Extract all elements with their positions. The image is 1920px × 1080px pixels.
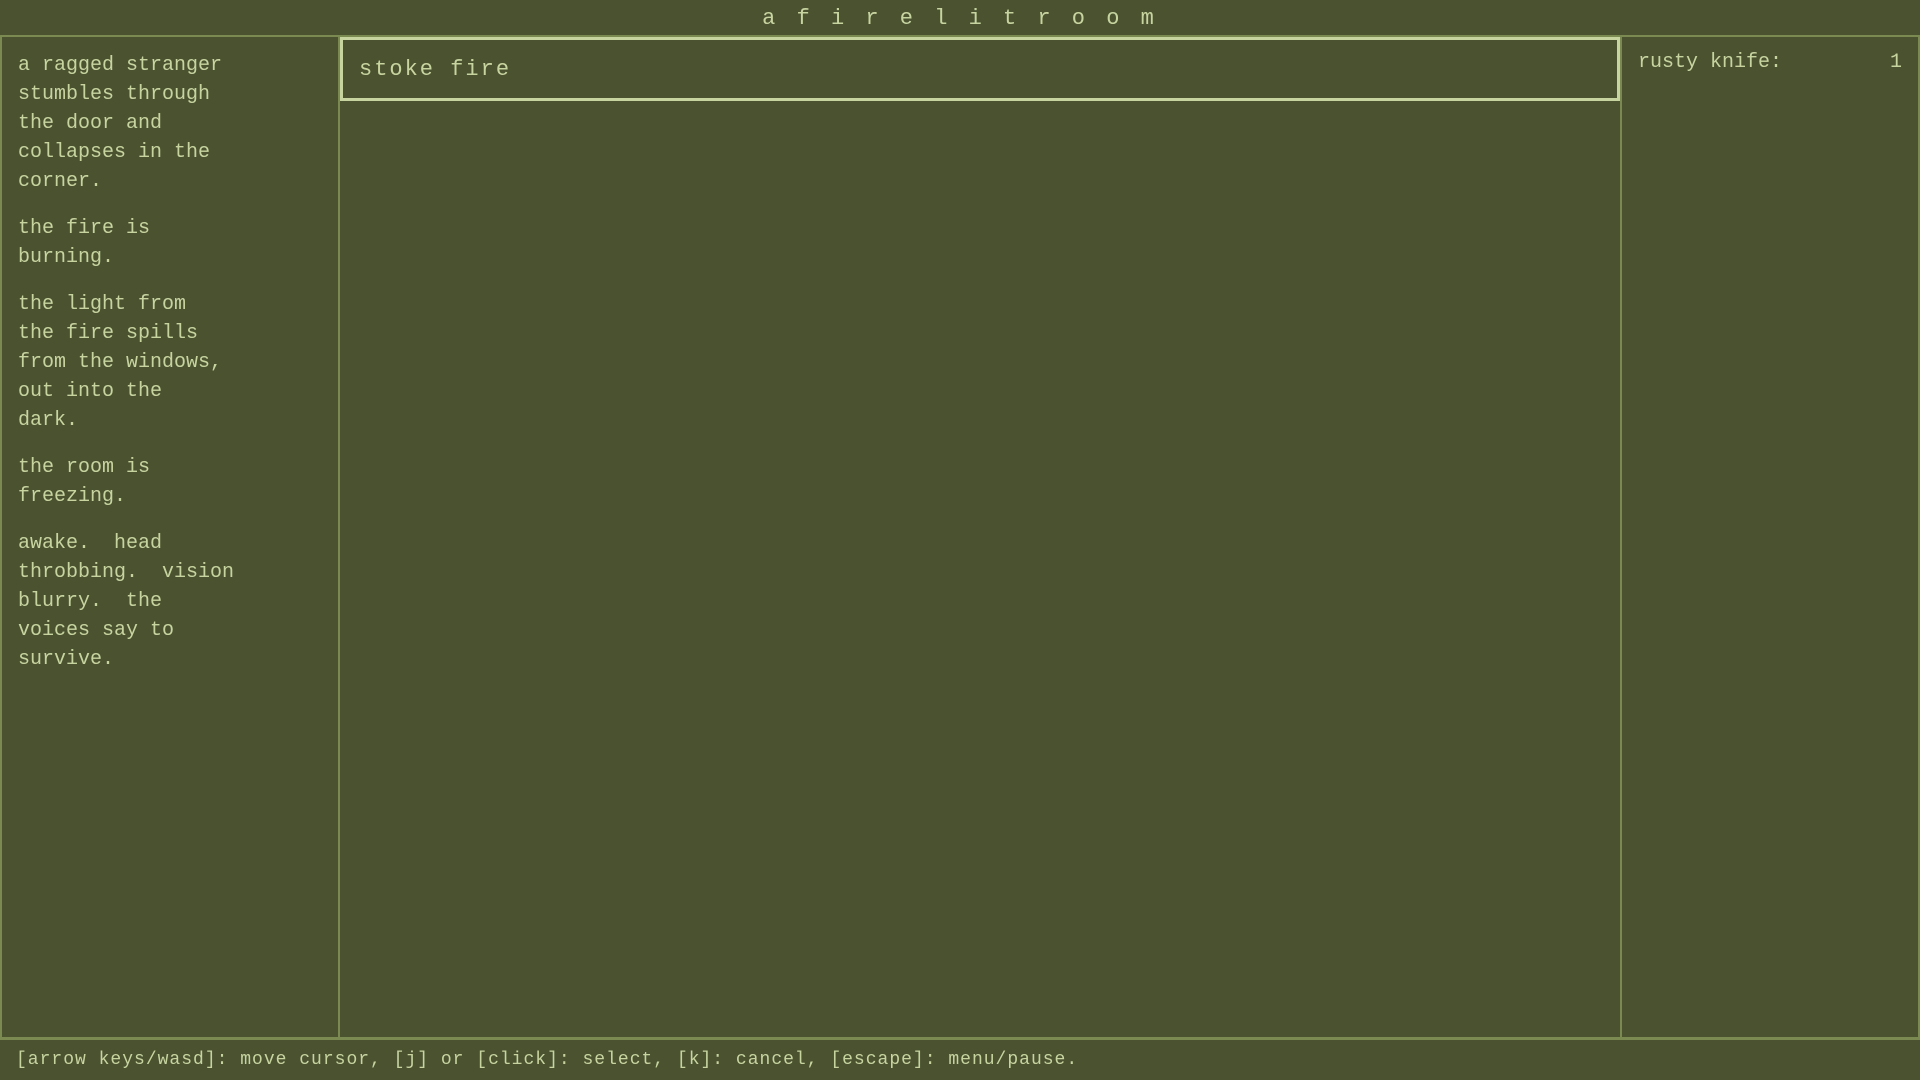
center-content bbox=[340, 101, 1620, 1037]
inventory-panel: rusty knife: 1 bbox=[1620, 35, 1920, 1039]
inventory-item-0: rusty knife: 1 bbox=[1638, 51, 1902, 74]
story-paragraph-3: the room is freezing. bbox=[18, 453, 322, 511]
item-count: 1 bbox=[1890, 51, 1902, 74]
action-input[interactable]: stoke fire bbox=[340, 37, 1620, 101]
page-title: a f i r e l i t r o o m bbox=[0, 0, 1920, 35]
story-paragraph-2: the light from the fire spills from the … bbox=[18, 290, 322, 435]
story-paragraph-4: awake. head throbbing. vision blurry. th… bbox=[18, 529, 322, 674]
center-panel: stoke fire bbox=[340, 35, 1620, 1039]
item-name: rusty knife: bbox=[1638, 51, 1782, 74]
story-paragraph-0: a ragged stranger stumbles through the d… bbox=[18, 51, 322, 196]
narrative-panel: a ragged stranger stumbles through the d… bbox=[0, 35, 340, 1039]
status-bar: [arrow keys/wasd]: move cursor, [j] or [… bbox=[0, 1039, 1920, 1080]
story-paragraph-1: the fire is burning. bbox=[18, 214, 322, 272]
main-area: a ragged stranger stumbles through the d… bbox=[0, 35, 1920, 1039]
action-text: stoke fire bbox=[359, 57, 511, 82]
